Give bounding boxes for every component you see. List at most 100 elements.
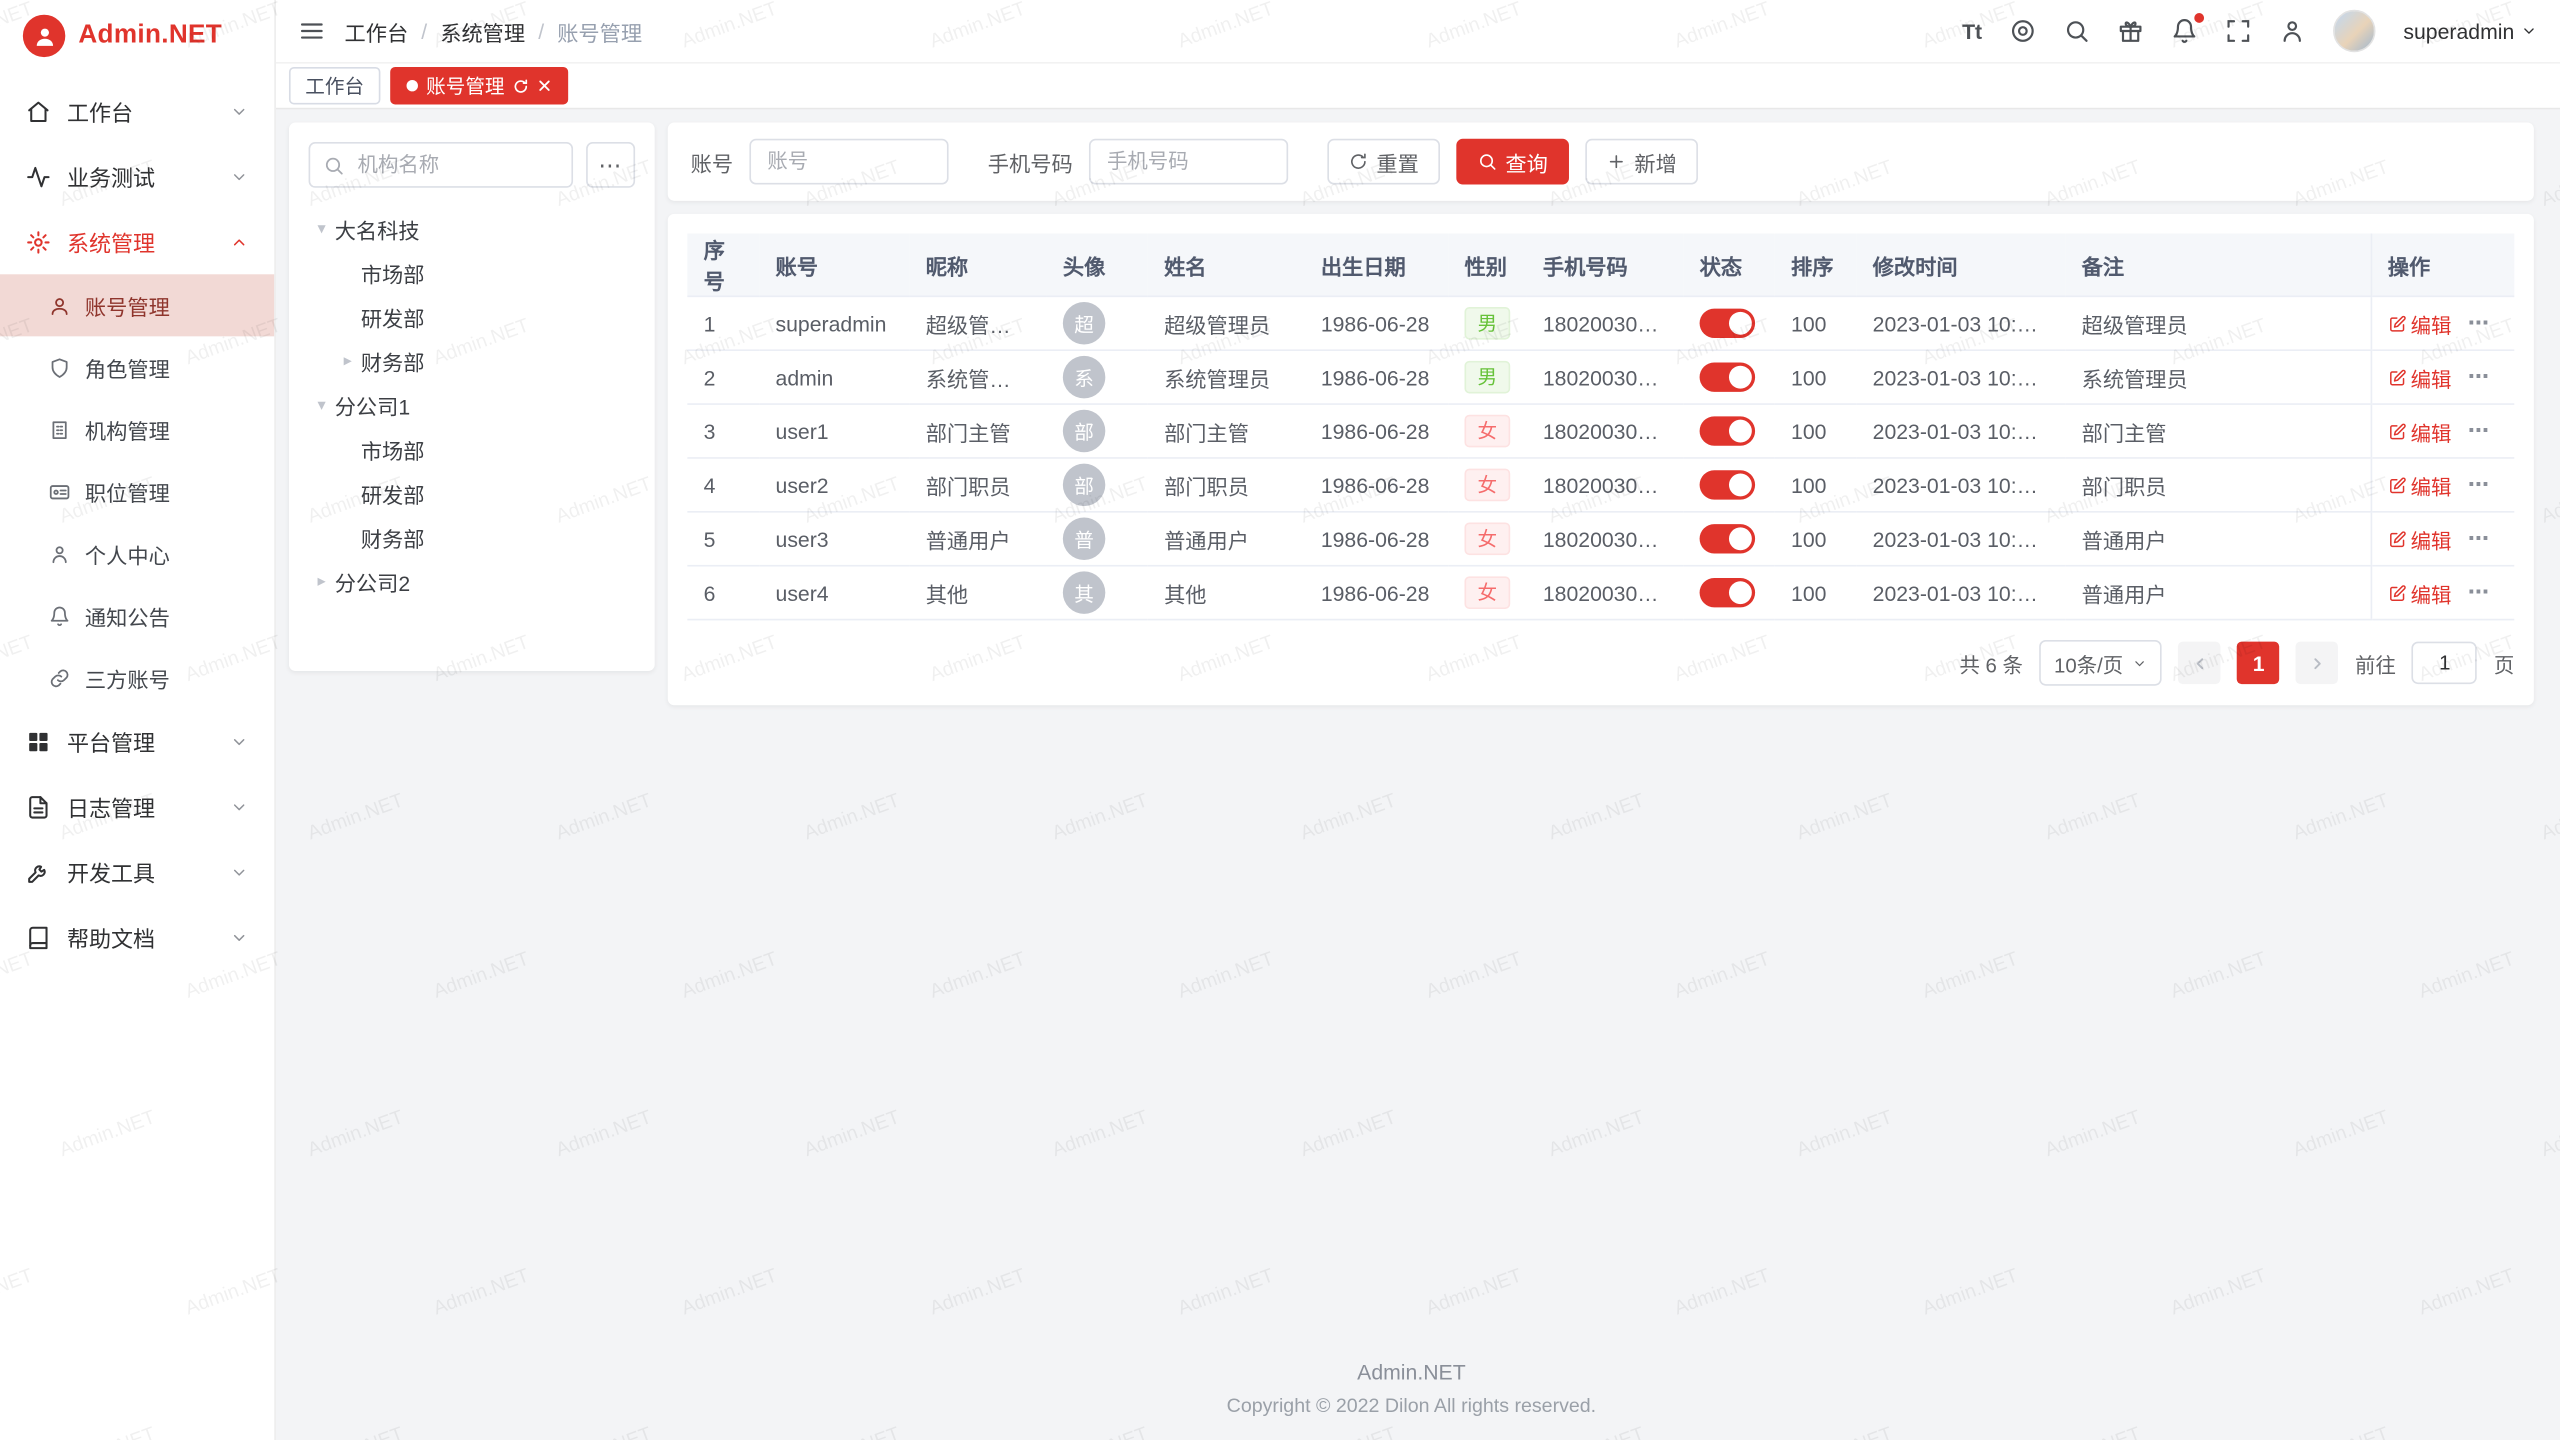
sidebar-item-role-management[interactable]: 角色管理 bbox=[0, 336, 274, 398]
more-actions-button[interactable]: ⋯ bbox=[2468, 526, 2491, 552]
sidebar-item-personal-center[interactable]: 个人中心 bbox=[0, 522, 274, 584]
next-page-button[interactable] bbox=[2296, 642, 2338, 684]
sidebar: Admin.NET 工作台 业务测试 系统管理 账号管理 bbox=[0, 0, 276, 1440]
org-search-box[interactable] bbox=[309, 142, 573, 188]
breadcrumb-item[interactable]: 系统管理 bbox=[440, 16, 525, 47]
edit-button[interactable]: 编辑 bbox=[2388, 308, 2452, 339]
notification-badge bbox=[2194, 13, 2204, 23]
col-header: 手机号码 bbox=[1527, 233, 1684, 296]
table-row: 5 user3 普通用户 普 普通用户 1986-06-28 女 1802003… bbox=[687, 512, 2514, 566]
notification-bell-icon[interactable] bbox=[2172, 18, 2198, 44]
page-size-select[interactable]: 10条/页 bbox=[2039, 640, 2162, 686]
user-menu[interactable]: superadmin bbox=[2403, 19, 2537, 43]
cell-order: 100 bbox=[1775, 350, 1857, 404]
page-footer: Admin.NET Copyright © 2022 Dilon All rig… bbox=[289, 1340, 2534, 1440]
status-toggle[interactable] bbox=[1700, 578, 1756, 607]
status-toggle[interactable] bbox=[1700, 309, 1756, 338]
tree-node[interactable]: 市场部 bbox=[309, 251, 636, 295]
sidebar-item-org-management[interactable]: 机构管理 bbox=[0, 398, 274, 460]
breadcrumb-item-current: 账号管理 bbox=[557, 16, 642, 47]
cell-account: admin bbox=[759, 350, 909, 404]
tab-account-management[interactable]: 账号管理 bbox=[390, 67, 568, 105]
user-icon bbox=[49, 295, 70, 316]
tab-workbench[interactable]: 工作台 bbox=[289, 67, 380, 105]
org-tree: ▾大名科技 市场部 研发部 ▸财务部 ▾分公司1 市场部 研发部 财务部 ▸分公… bbox=[309, 207, 636, 604]
more-actions-button[interactable]: ⋯ bbox=[2468, 364, 2491, 390]
search-button[interactable]: 查询 bbox=[1456, 139, 1569, 185]
hamburger-menu-icon[interactable] bbox=[299, 18, 325, 44]
edit-button[interactable]: 编辑 bbox=[2388, 362, 2452, 393]
gift-icon[interactable] bbox=[2118, 18, 2144, 44]
status-toggle[interactable] bbox=[1700, 362, 1756, 391]
tree-node[interactable]: ▸财务部 bbox=[309, 340, 636, 384]
edit-button[interactable]: 编辑 bbox=[2388, 523, 2452, 554]
tree-node[interactable]: 研发部 bbox=[309, 296, 636, 340]
sidebar-item-platform-management[interactable]: 平台管理 bbox=[0, 709, 274, 774]
caret-down-icon[interactable]: ▾ bbox=[309, 397, 335, 415]
tree-node[interactable]: 研发部 bbox=[309, 472, 636, 516]
caret-right-icon[interactable]: ▸ bbox=[335, 353, 361, 371]
more-actions-button[interactable]: ⋯ bbox=[2468, 580, 2491, 606]
org-more-button[interactable]: ⋯ bbox=[586, 142, 635, 188]
tree-node[interactable]: 财务部 bbox=[309, 516, 636, 560]
chevron-down-icon bbox=[230, 167, 248, 185]
tree-node[interactable]: ▾大名科技 bbox=[309, 207, 636, 251]
status-toggle[interactable] bbox=[1700, 524, 1756, 553]
user-icon[interactable] bbox=[2279, 18, 2305, 44]
page-size-value: 10条/页 bbox=[2054, 647, 2123, 678]
sidebar-item-position-management[interactable]: 职位管理 bbox=[0, 460, 274, 522]
caret-down-icon[interactable]: ▾ bbox=[309, 220, 335, 238]
sidebar-item-system-management[interactable]: 系统管理 bbox=[0, 209, 274, 274]
avatar[interactable] bbox=[2333, 10, 2375, 52]
more-actions-button[interactable]: ⋯ bbox=[2468, 472, 2491, 498]
cell-phone: 18020030720 bbox=[1527, 350, 1684, 404]
edit-button[interactable]: 编辑 bbox=[2388, 469, 2452, 500]
prev-page-button[interactable] bbox=[2179, 642, 2221, 684]
page-number-button[interactable]: 1 bbox=[2237, 642, 2279, 684]
sidebar-item-help-docs[interactable]: 帮助文档 bbox=[0, 904, 274, 969]
cell-remark: 部门职员 bbox=[2065, 458, 2370, 512]
theme-icon[interactable] bbox=[2010, 18, 2036, 44]
phone-input[interactable] bbox=[1089, 139, 1288, 185]
sidebar-item-label: 工作台 bbox=[67, 95, 214, 128]
reset-button[interactable]: 重置 bbox=[1327, 139, 1440, 185]
sidebar-item-business-test[interactable]: 业务测试 bbox=[0, 144, 274, 209]
search-icon[interactable] bbox=[2064, 18, 2090, 44]
more-actions-button[interactable]: ⋯ bbox=[2468, 418, 2491, 444]
add-button[interactable]: 新增 bbox=[1585, 139, 1698, 185]
more-actions-button[interactable]: ⋯ bbox=[2468, 310, 2491, 336]
tree-node[interactable]: ▾分公司1 bbox=[309, 384, 636, 428]
tree-node-label: 财务部 bbox=[361, 522, 425, 553]
tree-node[interactable]: 市场部 bbox=[309, 428, 636, 472]
org-search-input[interactable] bbox=[354, 152, 558, 178]
font-size-icon[interactable]: Tt bbox=[1962, 19, 1982, 43]
breadcrumb-item[interactable]: 工作台 bbox=[344, 16, 408, 47]
sidebar-item-log-management[interactable]: 日志管理 bbox=[0, 774, 274, 839]
status-toggle[interactable] bbox=[1700, 470, 1756, 499]
search-icon bbox=[1478, 152, 1498, 172]
cell-remark: 普通用户 bbox=[2065, 566, 2370, 620]
breadcrumb: 工作台 / 系统管理 / 账号管理 bbox=[344, 16, 1942, 47]
tree-node[interactable]: ▸分公司2 bbox=[309, 560, 636, 604]
col-header: 性别 bbox=[1448, 233, 1526, 296]
close-icon[interactable] bbox=[537, 78, 552, 93]
sidebar-item-workbench[interactable]: 工作台 bbox=[0, 78, 274, 143]
edit-button[interactable]: 编辑 bbox=[2388, 416, 2452, 447]
sidebar-item-account-management[interactable]: 账号管理 bbox=[0, 274, 274, 336]
fullscreen-icon[interactable] bbox=[2225, 18, 2251, 44]
goto-page-input[interactable] bbox=[2412, 642, 2477, 684]
cell-birthdate: 1986-06-28 bbox=[1304, 296, 1448, 350]
logo[interactable]: Admin.NET bbox=[0, 0, 274, 72]
gender-badge: 女 bbox=[1464, 415, 1510, 448]
sidebar-item-third-party-account[interactable]: 三方账号 bbox=[0, 647, 274, 709]
account-input[interactable] bbox=[749, 139, 948, 185]
sidebar-item-dev-tools[interactable]: 开发工具 bbox=[0, 839, 274, 904]
row-avatar: 普 bbox=[1063, 518, 1105, 560]
refresh-icon[interactable] bbox=[513, 78, 529, 94]
caret-right-icon[interactable]: ▸ bbox=[309, 573, 335, 591]
chevron-down-icon bbox=[230, 102, 248, 120]
status-toggle[interactable] bbox=[1700, 416, 1756, 445]
edit-button[interactable]: 编辑 bbox=[2388, 577, 2452, 608]
chevron-down-icon bbox=[230, 798, 248, 816]
sidebar-item-notice-announcement[interactable]: 通知公告 bbox=[0, 584, 274, 646]
